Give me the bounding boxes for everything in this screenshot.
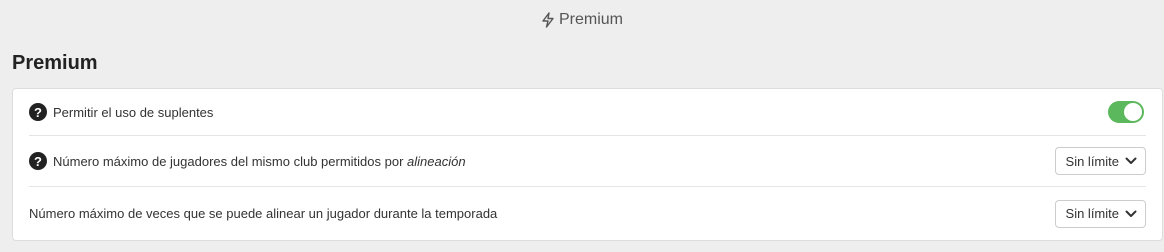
- setting-label-max-lineups: Número máximo de veces que se puede alin…: [29, 206, 498, 221]
- label-prefix: Número máximo de jugadores del mismo clu…: [53, 153, 408, 169]
- setting-label-container: Número máximo de veces que se puede alin…: [29, 206, 497, 221]
- setting-label-container: ? Número máximo de jugadores del mismo c…: [29, 152, 466, 170]
- max-lineups-select[interactable]: Sin límite: [1054, 199, 1146, 228]
- setting-label-max-club-players: Número máximo de jugadores del mismo clu…: [53, 154, 466, 169]
- select-value: Sin límite: [1065, 206, 1119, 221]
- suplentes-toggle[interactable]: [1108, 101, 1144, 123]
- help-icon[interactable]: ?: [29, 103, 47, 121]
- help-icon[interactable]: ?: [29, 152, 47, 170]
- page-header: Premium: [0, 0, 1164, 40]
- setting-label-container: ? Permitir el uso de suplentes: [29, 103, 213, 121]
- section-title: Premium: [12, 52, 98, 74]
- chevron-down-icon: [1125, 157, 1137, 165]
- lightning-icon: [541, 12, 555, 28]
- header-title: Premium: [558, 11, 623, 28]
- settings-card: ? Permitir el uso de suplentes ? Número …: [12, 88, 1163, 241]
- select-value: Sin límite: [1065, 153, 1119, 169]
- chevron-down-icon: [1125, 210, 1137, 218]
- setting-row-suplentes: ? Permitir el uso de suplentes: [29, 89, 1146, 136]
- label-emphasis: alineación: [407, 153, 466, 169]
- setting-row-max-lineups: Número máximo de veces que se puede alin…: [29, 187, 1146, 240]
- max-club-players-select[interactable]: Sin límite: [1054, 147, 1146, 175]
- setting-row-max-club-players: ? Número máximo de jugadores del mismo c…: [29, 136, 1146, 187]
- toggle-knob: [1124, 103, 1142, 121]
- setting-label-suplentes: Permitir el uso de suplentes: [53, 104, 214, 120]
